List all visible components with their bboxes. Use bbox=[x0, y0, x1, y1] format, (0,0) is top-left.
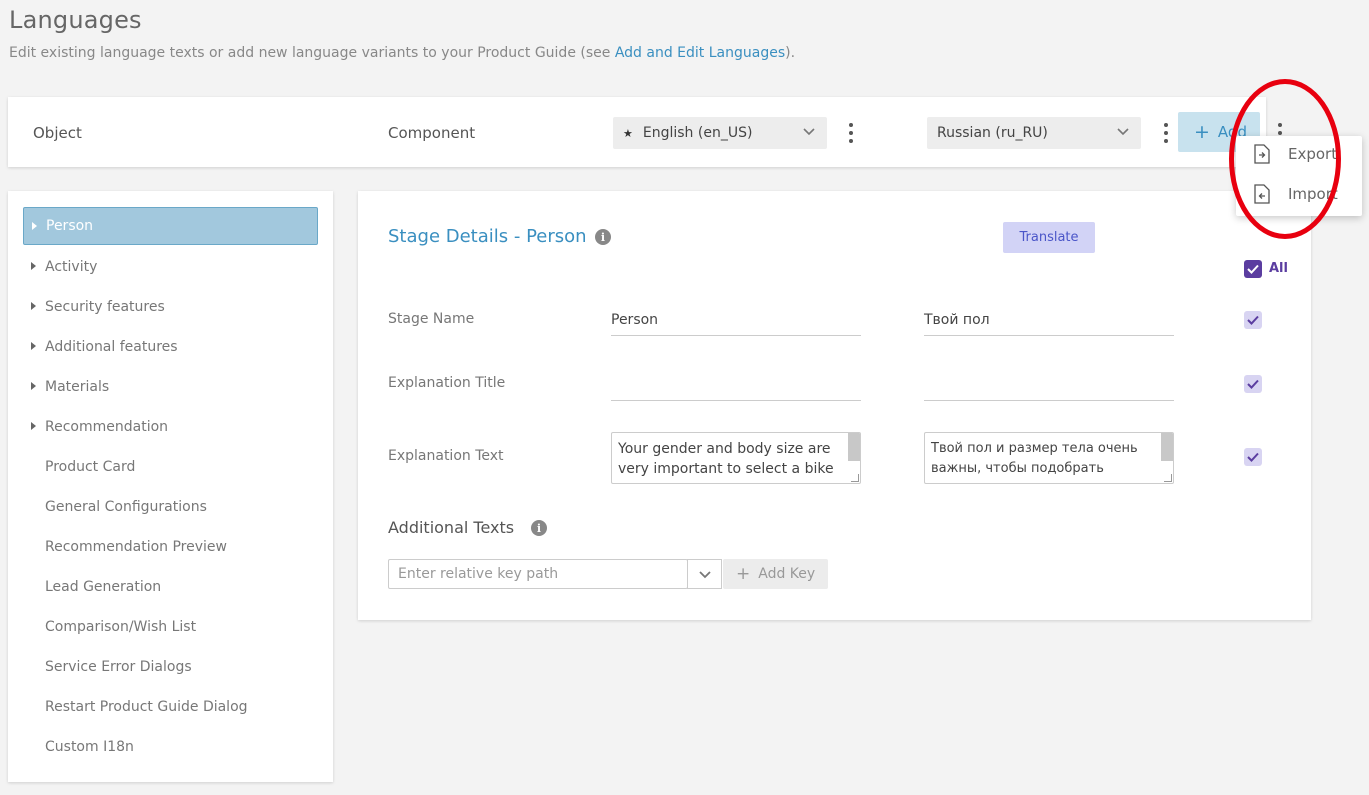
explanation-title-en-input[interactable] bbox=[611, 369, 861, 401]
chevron-down-icon bbox=[1117, 128, 1129, 136]
caret-right-icon bbox=[31, 342, 36, 350]
plus-icon: + bbox=[736, 564, 751, 584]
checkmark-icon bbox=[1247, 315, 1259, 325]
resize-grip-icon[interactable] bbox=[851, 474, 859, 482]
sidebar-item-recommendation[interactable]: Recommendation bbox=[23, 408, 318, 446]
info-icon[interactable]: i bbox=[531, 520, 547, 536]
sidebar-item-recommendation-preview[interactable]: Recommendation Preview bbox=[23, 528, 318, 566]
explanation-title-checkbox[interactable] bbox=[1244, 375, 1262, 393]
stage-name-checkbox[interactable] bbox=[1244, 311, 1262, 329]
select-all-checkbox[interactable] bbox=[1244, 260, 1262, 278]
page-description: Edit existing language texts or add new … bbox=[9, 45, 796, 61]
translate-button[interactable]: Translate bbox=[1003, 222, 1095, 253]
checkmark-icon bbox=[1247, 264, 1259, 274]
info-icon[interactable]: i bbox=[595, 229, 611, 245]
menu-item-import[interactable]: Import bbox=[1254, 182, 1338, 206]
more-options-menu: Export Import bbox=[1236, 136, 1362, 216]
caret-right-icon bbox=[31, 422, 36, 430]
stage-name-label: Stage Name bbox=[388, 311, 475, 327]
object-column-label: Object bbox=[33, 124, 82, 142]
add-key-button[interactable]: + Add Key bbox=[723, 559, 828, 589]
resize-grip-icon[interactable] bbox=[1164, 474, 1172, 482]
secondary-language-select[interactable]: Russian (ru_RU) bbox=[927, 117, 1141, 149]
object-tree-sidebar: Person Activity Security features Additi… bbox=[8, 191, 333, 782]
chevron-down-icon bbox=[803, 128, 815, 136]
sidebar-item-comparison-wish-list[interactable]: Comparison/Wish List bbox=[23, 608, 318, 646]
explanation-text-ru-textarea[interactable]: Твой пол и размер тела очень важны, чтоб… bbox=[924, 432, 1174, 484]
secondary-language-more-icon[interactable] bbox=[1163, 123, 1169, 143]
sidebar-item-security-features[interactable]: Security features bbox=[23, 288, 318, 326]
explanation-text-en-textarea[interactable]: Your gender and body size are very impor… bbox=[611, 432, 861, 484]
additional-texts-title: Additional Texts bbox=[388, 518, 515, 537]
checkmark-icon bbox=[1247, 452, 1259, 462]
plus-icon: + bbox=[1194, 120, 1210, 143]
sidebar-item-product-card[interactable]: Product Card bbox=[23, 448, 318, 486]
sidebar-item-restart-product-guide-dialog[interactable]: Restart Product Guide Dialog bbox=[23, 688, 318, 726]
sidebar-item-service-error-dialogs[interactable]: Service Error Dialogs bbox=[23, 648, 318, 686]
stage-details-panel: Stage Details - Person i Translate All S… bbox=[358, 191, 1311, 620]
scrollbar-thumb[interactable] bbox=[1161, 433, 1173, 461]
explanation-text-label: Explanation Text bbox=[388, 448, 504, 464]
explanation-text-checkbox[interactable] bbox=[1244, 448, 1262, 466]
key-path-dropdown[interactable] bbox=[687, 559, 722, 589]
explanation-title-label: Explanation Title bbox=[388, 375, 506, 391]
menu-item-export[interactable]: Export bbox=[1254, 142, 1337, 166]
sidebar-item-activity[interactable]: Activity bbox=[23, 248, 318, 286]
stage-details-title: Stage Details - Person bbox=[388, 226, 587, 247]
import-file-icon bbox=[1254, 184, 1270, 204]
sidebar-item-general-configurations[interactable]: General Configurations bbox=[23, 488, 318, 526]
page-title: Languages bbox=[9, 6, 142, 34]
sidebar-item-materials[interactable]: Materials bbox=[23, 368, 318, 406]
chevron-down-icon bbox=[698, 571, 711, 579]
relative-key-path-input[interactable]: Enter relative key path bbox=[388, 559, 688, 589]
component-column-label: Component bbox=[388, 124, 476, 142]
caret-right-icon bbox=[31, 302, 36, 310]
sidebar-item-lead-generation[interactable]: Lead Generation bbox=[23, 568, 318, 606]
star-icon: ★ bbox=[623, 126, 633, 140]
sidebar-item-additional-features[interactable]: Additional features bbox=[23, 328, 318, 366]
caret-right-icon bbox=[32, 222, 37, 230]
explanation-title-ru-input[interactable] bbox=[924, 369, 1174, 401]
language-header-bar: Object Component ★ English (en_US) Russi… bbox=[8, 97, 1282, 167]
sidebar-item-custom-i18n[interactable]: Custom I18n bbox=[23, 728, 318, 766]
stage-name-en-input[interactable]: Person bbox=[611, 304, 861, 336]
caret-right-icon bbox=[31, 262, 36, 270]
caret-right-icon bbox=[31, 382, 36, 390]
primary-language-more-icon[interactable] bbox=[848, 123, 854, 143]
select-all-label: All bbox=[1269, 261, 1288, 276]
primary-language-select[interactable]: ★ English (en_US) bbox=[613, 117, 827, 149]
sidebar-item-person[interactable]: Person bbox=[23, 207, 318, 245]
checkmark-icon bbox=[1247, 379, 1259, 389]
stage-name-ru-input[interactable]: Твой пол bbox=[924, 304, 1174, 336]
scrollbar-thumb[interactable] bbox=[848, 433, 860, 461]
add-edit-languages-link[interactable]: Add and Edit Languages bbox=[615, 45, 785, 61]
export-file-icon bbox=[1254, 144, 1270, 164]
